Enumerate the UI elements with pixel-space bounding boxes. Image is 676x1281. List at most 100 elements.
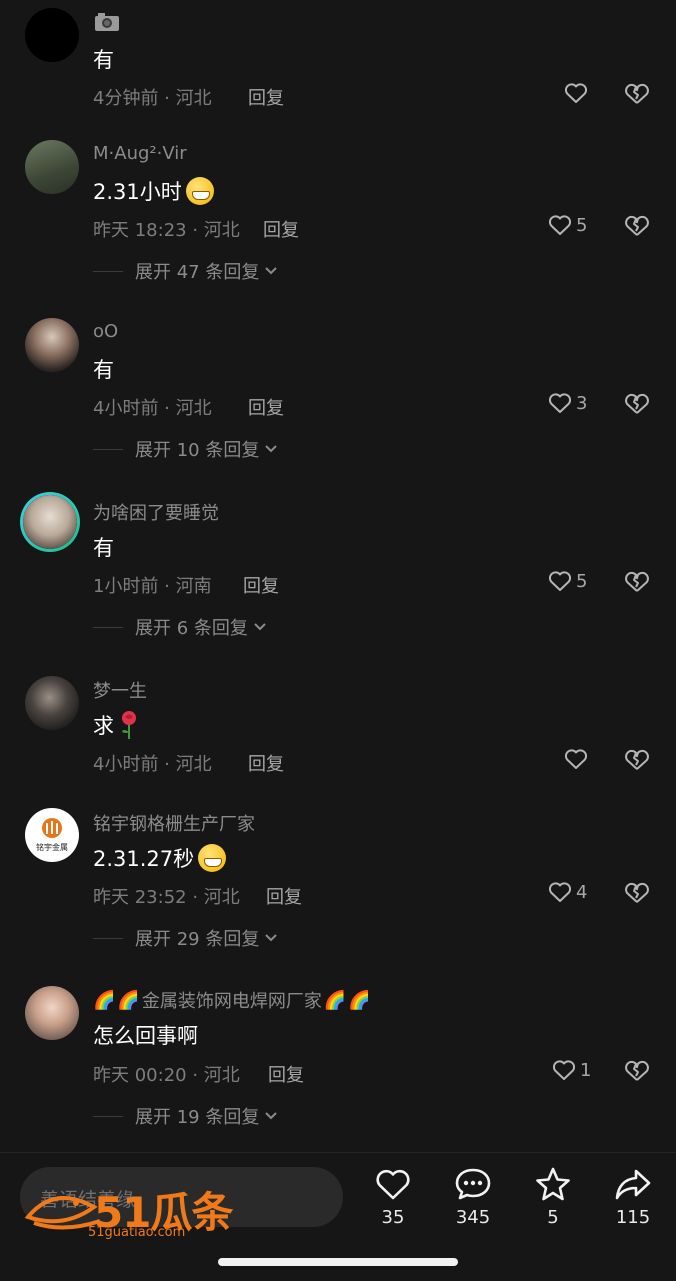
favorite-post-count: 5 — [547, 1207, 559, 1228]
reply-button[interactable]: 回复 — [268, 1061, 304, 1087]
expand-replies-button[interactable]: 展开 6 条回复 — [93, 614, 268, 640]
heart-icon — [564, 749, 588, 769]
comment-meta: 昨天 18:23 · 河北 — [93, 220, 240, 241]
like-button[interactable]: 1 — [552, 1059, 591, 1081]
like-count: 3 — [576, 392, 588, 414]
comment-text: 有 — [93, 358, 114, 382]
comment-text: 2.31.27秒 — [93, 843, 227, 873]
like-button[interactable]: 4 — [548, 881, 587, 903]
grin-emoji-icon — [185, 177, 214, 205]
reply-button[interactable]: 回复 — [243, 572, 279, 598]
heart-icon — [376, 1169, 410, 1200]
comment-text: 怎么回事啊 — [93, 1024, 198, 1048]
rainbow-emoji-icon: 🌈 — [323, 989, 347, 1011]
expand-replies-label: 展开 47 条回复 — [135, 262, 260, 283]
like-post-button[interactable]: 35 — [363, 1167, 423, 1228]
comment-text: 求 — [93, 710, 140, 740]
dislike-button[interactable] — [624, 881, 650, 909]
broken-heart-icon — [625, 571, 649, 592]
expand-replies-button[interactable]: 展开 19 条回复 — [93, 1103, 279, 1129]
divider — [93, 626, 123, 628]
comment-meta: 4分钟前 · 河北 — [93, 88, 212, 109]
share-arrow-icon — [615, 1169, 651, 1200]
comment-username[interactable]: 🌈 🌈 金属装饰网电焊网厂家 🌈 🌈 — [93, 987, 371, 1013]
divider — [93, 270, 123, 272]
avatar[interactable]: 铭宇金属 — [25, 808, 79, 862]
dislike-button[interactable] — [624, 82, 650, 110]
watermark-url: 51guatiao.com — [88, 1225, 186, 1240]
comment-meta: 4小时前 · 河北 — [93, 754, 212, 775]
broken-heart-icon — [625, 1060, 649, 1081]
expand-replies-button[interactable]: 展开 10 条回复 — [93, 436, 279, 462]
company-logo-icon — [42, 818, 62, 838]
dislike-button[interactable] — [624, 748, 650, 776]
comment-meta: 昨天 23:52 · 河北 — [93, 887, 240, 908]
heart-icon — [564, 83, 588, 103]
reply-button[interactable]: 回复 — [248, 84, 284, 110]
divider — [93, 448, 123, 450]
reply-button[interactable]: 回复 — [248, 750, 284, 776]
comment-username[interactable]: M·Aug²·Vir — [93, 143, 187, 164]
comment-username[interactable]: 梦一生 — [93, 677, 147, 703]
comment-username[interactable]: 为啥困了要睡觉 — [93, 499, 219, 525]
chevron-down-icon — [265, 267, 278, 275]
like-count: 4 — [576, 881, 588, 903]
like-post-count: 35 — [381, 1207, 405, 1228]
comment-text: 有 — [93, 48, 114, 72]
dislike-button[interactable] — [624, 392, 650, 420]
avatar[interactable] — [20, 492, 80, 552]
dislike-button[interactable] — [624, 1059, 650, 1087]
reply-button[interactable]: 回复 — [263, 216, 299, 242]
favorite-post-button[interactable]: 5 — [523, 1167, 583, 1228]
like-count: 5 — [576, 570, 588, 592]
like-button[interactable] — [564, 82, 588, 104]
comment-text: 2.31小时 — [93, 176, 214, 206]
rainbow-emoji-icon: 🌈 — [93, 989, 116, 1011]
watermark-logo: 51瓜条 51guatiao.com — [24, 1177, 244, 1241]
broken-heart-icon — [625, 749, 649, 770]
avatar[interactable] — [25, 676, 79, 730]
rose-emoji-icon — [122, 711, 136, 739]
comment-username[interactable]: 铭宇钢格栅生产厂家 — [93, 810, 255, 836]
reply-button[interactable]: 回复 — [266, 883, 302, 909]
like-button[interactable]: 5 — [548, 214, 587, 236]
dislike-button[interactable] — [624, 570, 650, 598]
heart-icon — [552, 1060, 576, 1080]
comment-username-text: 金属装饰网电焊网厂家 — [141, 991, 322, 1012]
divider — [93, 1115, 123, 1117]
comment-meta: 昨天 00:20 · 河北 — [93, 1065, 240, 1086]
heart-icon — [548, 393, 572, 413]
heart-icon — [548, 215, 572, 235]
comment-post-button[interactable]: 345 — [443, 1167, 503, 1228]
expand-replies-button[interactable]: 展开 29 条回复 — [93, 925, 279, 951]
home-indicator[interactable] — [218, 1258, 458, 1266]
expand-replies-label: 展开 6 条回复 — [135, 618, 248, 639]
dislike-button[interactable] — [624, 214, 650, 242]
broken-heart-icon — [625, 215, 649, 236]
expand-replies-label: 展开 19 条回复 — [135, 1107, 260, 1128]
rainbow-emoji-icon: 🌈 — [117, 989, 140, 1011]
share-post-button[interactable]: 115 — [603, 1167, 663, 1228]
comment-username[interactable]: oO — [93, 321, 118, 342]
like-button[interactable]: 5 — [548, 570, 587, 592]
avatar-photo — [23, 495, 77, 549]
avatar[interactable] — [25, 140, 79, 194]
comment-meta: 4小时前 · 河北 — [93, 398, 212, 419]
expand-replies-button[interactable]: 展开 47 条回复 — [93, 258, 279, 284]
comment-bubble-icon — [455, 1168, 491, 1200]
avatar[interactable] — [25, 318, 79, 372]
avatar[interactable] — [25, 8, 79, 62]
comment-meta: 1小时前 · 河南 — [93, 576, 212, 597]
like-button[interactable] — [564, 748, 588, 770]
broken-heart-icon — [625, 393, 649, 414]
grin-emoji-icon — [198, 844, 227, 872]
divider — [93, 937, 123, 939]
comment-post-count: 345 — [455, 1207, 491, 1228]
avatar-label: 铭宇金属 — [36, 843, 68, 852]
reply-button[interactable]: 回复 — [248, 394, 284, 420]
like-button[interactable]: 3 — [548, 392, 587, 414]
broken-heart-icon — [625, 882, 649, 903]
chevron-down-icon — [265, 1112, 278, 1120]
chevron-down-icon — [265, 445, 278, 453]
avatar[interactable] — [25, 986, 79, 1040]
